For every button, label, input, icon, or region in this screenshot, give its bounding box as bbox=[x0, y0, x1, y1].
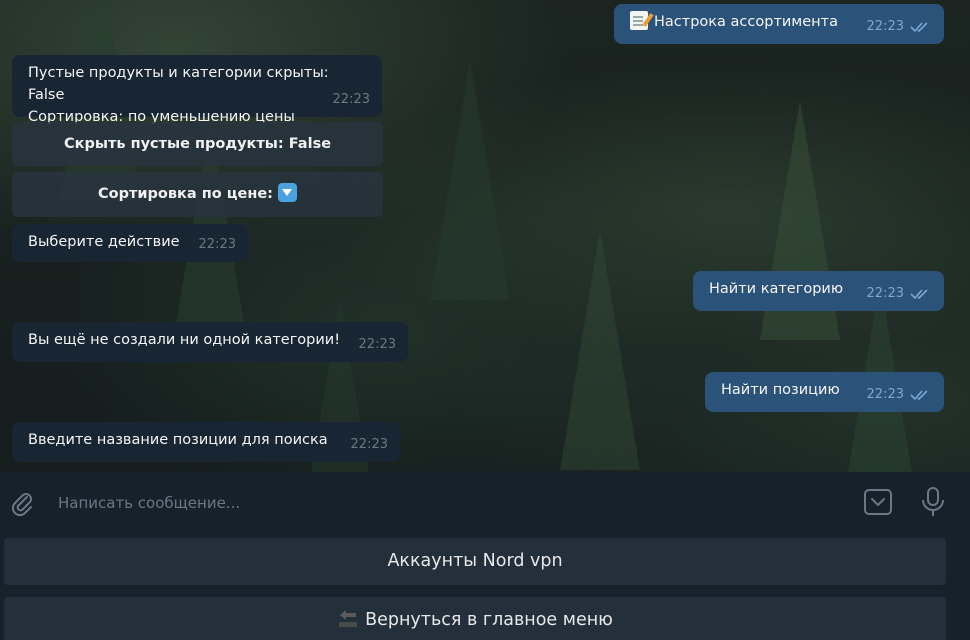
message-input[interactable] bbox=[58, 491, 838, 515]
back-arrow-icon bbox=[339, 610, 358, 627]
message-bubble-incoming[interactable]: Пустые продукты и категории скрыты: Fals… bbox=[12, 55, 382, 125]
inline-button-label: Скрыть пустые продукты: False bbox=[63, 136, 332, 152]
message-bubble-outgoing[interactable]: Найти категорию 22:23 bbox=[693, 271, 944, 311]
message-time: 22:23 bbox=[866, 19, 904, 34]
keyboard-button-nord-vpn[interactable]: Аккаунты Nord vpn bbox=[4, 538, 946, 585]
message-bubble-incoming[interactable]: Выберите действие 22:23 bbox=[12, 224, 248, 262]
keyboard-button-main-menu[interactable]: Вернуться в главное меню bbox=[4, 597, 946, 640]
message-bubble-outgoing[interactable]: Настрока ассортимента 22:23 bbox=[614, 4, 944, 44]
keyboard-button-label: Вернуться в главное меню bbox=[365, 610, 613, 630]
memo-icon bbox=[630, 11, 648, 30]
message-text: Выберите действие bbox=[28, 234, 180, 250]
message-bubble-outgoing[interactable]: Найти позицию 22:23 bbox=[705, 372, 944, 412]
message-text: Введите название позиции для поиска bbox=[28, 432, 328, 448]
message-text: Настрока ассортимента bbox=[654, 14, 838, 30]
message-time: 22:23 bbox=[358, 337, 396, 352]
read-checks-icon bbox=[910, 390, 928, 401]
message-time: 22:23 bbox=[332, 92, 370, 107]
background-tree bbox=[560, 230, 640, 470]
message-bubble-incoming[interactable]: Введите название позиции для поиска 22:2… bbox=[12, 422, 400, 462]
read-checks-icon bbox=[910, 289, 928, 300]
message-text: Пустые продукты и категории скрыты: Fals… bbox=[28, 65, 329, 125]
microphone-icon[interactable] bbox=[919, 486, 947, 518]
message-bubble-incoming[interactable]: Вы ещё не создали ни одной категории! 22… bbox=[12, 322, 408, 362]
message-text: Вы ещё не создали ни одной категории! bbox=[28, 332, 341, 348]
down-arrow-emoji-icon bbox=[278, 183, 298, 202]
paperclip-icon[interactable] bbox=[8, 489, 36, 517]
message-composer bbox=[0, 472, 970, 532]
inline-button-label: Сортировка по цене: bbox=[97, 186, 273, 202]
message-time: 22:23 bbox=[198, 237, 236, 252]
message-time: 22:23 bbox=[350, 437, 388, 452]
inline-button-sort-price[interactable]: Сортировка по цене: bbox=[12, 172, 383, 217]
keyboard-button-label: Аккаунты Nord vpn bbox=[387, 551, 563, 571]
bot-keyboard-toggle-icon[interactable] bbox=[863, 487, 893, 517]
read-checks-icon bbox=[910, 22, 928, 33]
message-time: 22:23 bbox=[866, 387, 904, 402]
message-text: Найти категорию bbox=[709, 281, 844, 297]
message-time: 22:23 bbox=[866, 286, 904, 301]
background-tree bbox=[430, 60, 510, 300]
inline-button-hide-empty[interactable]: Скрыть пустые продукты: False bbox=[12, 122, 383, 166]
message-text: Найти позицию bbox=[721, 382, 840, 398]
